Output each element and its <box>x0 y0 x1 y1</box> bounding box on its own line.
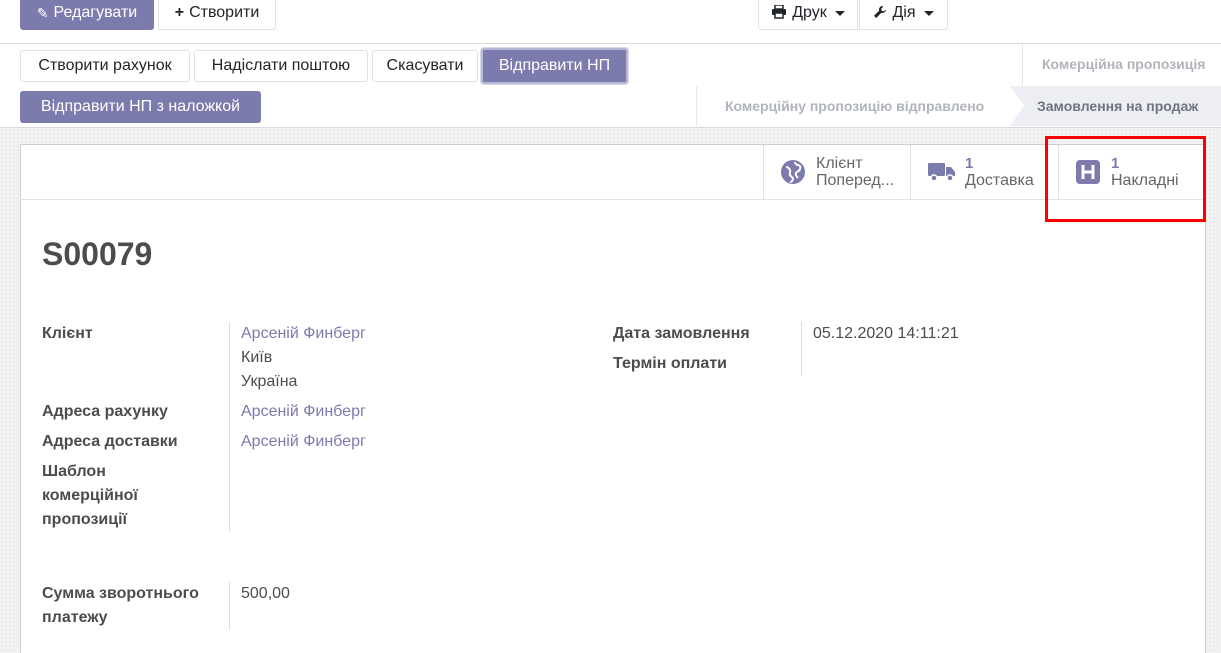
cod-value: 500,00 <box>241 585 290 602</box>
invoice-address-link[interactable]: Арсеній Финберг <box>241 400 366 424</box>
payment-terms-label: Термін оплати <box>613 355 727 372</box>
waybill-smart-button[interactable]: 1 Накладні <box>1058 145 1205 199</box>
wrench-icon <box>873 5 887 22</box>
send-email-button[interactable]: Надіслати поштою <box>194 50 368 82</box>
send-email-label: Надіслати поштою <box>211 57 351 74</box>
customer-smart-button[interactable]: Клієнт Поперед... <box>763 145 910 199</box>
truck-icon <box>927 161 957 183</box>
delivery-address-link[interactable]: Арсеній Финберг <box>241 430 366 454</box>
delivery-count: 1 <box>965 155 974 172</box>
cancel-button[interactable]: Скасувати <box>372 50 478 82</box>
field-divider <box>229 582 230 630</box>
template-label-line1: Шаблон <box>42 463 106 480</box>
send-np-button[interactable]: Відправити НП <box>481 48 628 84</box>
customer-smart-line1: Клієнт <box>816 155 863 172</box>
customer-link[interactable]: Арсеній Финберг <box>241 322 366 346</box>
edit-button-label: Редагувати <box>53 4 138 21</box>
chevron-down-icon <box>923 10 934 16</box>
stage-quotation[interactable]: Комерційна пропозиція <box>1042 54 1205 74</box>
delivery-smart-text: 1 Доставка <box>965 155 1034 189</box>
delivery-address-label: Адреса доставки <box>42 433 178 450</box>
edit-button[interactable]: ✎ Редагувати <box>20 0 154 30</box>
customer-smart-line2: Поперед... <box>816 172 895 189</box>
create-button[interactable]: + Створити <box>158 0 276 30</box>
delivery-smart-button[interactable]: 1 Доставка <box>910 145 1058 199</box>
customer-city: Київ <box>241 349 273 366</box>
send-np-cod-button[interactable]: Відправити НП з наложкой <box>20 91 261 123</box>
form-sheet <box>20 144 1206 653</box>
delivery-label: Доставка <box>965 172 1034 189</box>
cod-label-line1: Сумма зворотнього <box>42 585 199 602</box>
create-invoice-button[interactable]: Створити рахунок <box>20 50 190 82</box>
print-label: Друк <box>792 4 827 21</box>
stage-sale[interactable]: Замовлення на продаж <box>1037 96 1198 116</box>
field-divider <box>229 322 230 532</box>
status-divider <box>1022 44 1023 85</box>
customer-label: Клієнт <box>42 325 93 342</box>
plus-icon: + <box>174 4 185 21</box>
pencil-icon: ✎ <box>36 4 49 21</box>
stage-quotation-label: Комерційна пропозиція <box>1042 56 1206 72</box>
status-divider <box>696 86 697 126</box>
create-invoice-label: Створити рахунок <box>38 57 172 74</box>
cod-label-line2: платежу <box>42 609 108 626</box>
waybill-label: Накладні <box>1111 172 1179 189</box>
template-label-line3: пропозиції <box>42 511 128 528</box>
create-button-label: Створити <box>189 4 260 21</box>
cancel-label: Скасувати <box>386 57 464 74</box>
stage-sale-label: Замовлення на продаж <box>1037 98 1199 114</box>
invoice-address-label: Адреса рахунку <box>42 403 168 420</box>
page-title: S00079 <box>42 236 153 272</box>
h-square-icon <box>1073 159 1103 185</box>
action-dropdown[interactable]: Дія <box>859 0 948 30</box>
template-label-line2: комерційної <box>42 487 138 504</box>
print-dropdown[interactable]: Друк <box>758 0 858 30</box>
stage-sent[interactable]: Комерційну пропозицію відправлено <box>725 96 984 116</box>
customer-smart-text: Клієнт Поперед... <box>816 155 894 189</box>
waybill-smart-text: 1 Накладні <box>1111 155 1179 189</box>
field-divider <box>801 322 802 376</box>
stage-sent-label: Комерційну пропозицію відправлено <box>725 98 985 114</box>
order-date-value: 05.12.2020 14:11:21 <box>813 325 959 342</box>
print-icon <box>771 3 787 22</box>
waybill-count: 1 <box>1111 155 1120 172</box>
chevron-down-icon <box>834 10 845 16</box>
send-np-label: Відправити НП <box>498 57 611 74</box>
send-np-cod-label: Відправити НП з наложкой <box>40 98 241 115</box>
order-date-label: Дата замовлення <box>613 325 750 342</box>
action-label: Дія <box>892 4 916 21</box>
customer-country: Україна <box>241 373 298 390</box>
globe-icon <box>778 159 808 185</box>
